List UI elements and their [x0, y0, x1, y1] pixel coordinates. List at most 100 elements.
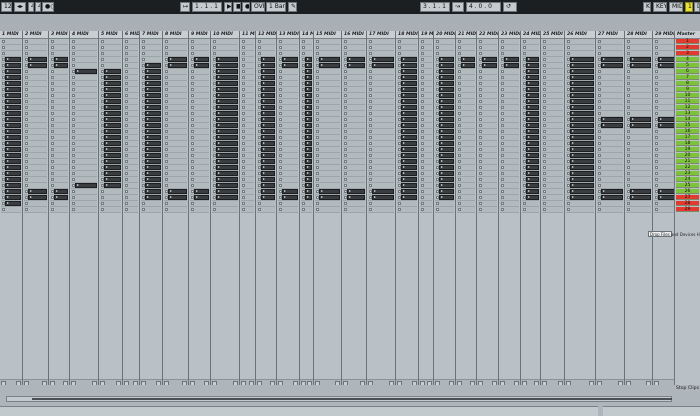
clip-slot[interactable]	[654, 207, 674, 213]
clip-slot[interactable]	[241, 207, 254, 213]
midi-clip[interactable]	[5, 99, 21, 104]
midi-clip[interactable]	[145, 81, 161, 86]
midi-clip[interactable]	[5, 117, 21, 122]
midi-clip[interactable]	[5, 165, 21, 170]
scene-launch-button[interactable]: 1	[676, 39, 699, 44]
loop-toggle[interactable]: ↺	[503, 2, 517, 12]
midi-clip[interactable]	[439, 171, 454, 176]
clip-slot[interactable]	[190, 207, 209, 213]
clip-slot[interactable]	[164, 207, 187, 213]
midi-clip[interactable]	[216, 195, 238, 200]
midi-clip[interactable]	[570, 129, 594, 134]
midi-clip[interactable]	[28, 63, 47, 68]
midi-clip[interactable]	[5, 87, 21, 92]
time-signature-denominator[interactable]: 4	[35, 2, 41, 12]
midi-clip[interactable]	[439, 177, 454, 182]
midi-clip[interactable]	[145, 147, 161, 152]
midi-clip[interactable]	[439, 135, 454, 140]
midi-clip[interactable]	[104, 177, 121, 182]
midi-clip[interactable]	[5, 177, 21, 182]
midi-clip[interactable]	[526, 57, 539, 62]
track-title[interactable]: 17 MIDI	[367, 31, 395, 39]
midi-clip[interactable]	[401, 177, 417, 182]
midi-clip[interactable]	[401, 69, 417, 74]
midi-clip[interactable]	[145, 63, 161, 68]
midi-clip[interactable]	[104, 81, 121, 86]
midi-clip[interactable]	[145, 75, 161, 80]
midi-clip[interactable]	[570, 87, 594, 92]
midi-clip[interactable]	[104, 87, 121, 92]
midi-clip[interactable]	[630, 123, 651, 128]
scene-launch-button[interactable]: 28	[676, 201, 699, 206]
midi-clip[interactable]	[439, 189, 454, 194]
midi-clip[interactable]	[5, 195, 21, 200]
midi-clip[interactable]	[401, 135, 417, 140]
midi-clip[interactable]	[439, 123, 454, 128]
clip-slot[interactable]	[397, 207, 417, 213]
midi-clip[interactable]	[5, 81, 21, 86]
midi-clip[interactable]	[305, 147, 312, 152]
midi-clip[interactable]	[216, 99, 238, 104]
track-title[interactable]: 25 MIDI	[541, 31, 564, 39]
midi-clip[interactable]	[658, 117, 674, 122]
track-title[interactable]: 15 MIDI	[314, 31, 341, 39]
midi-clip[interactable]	[216, 123, 238, 128]
midi-clip[interactable]	[482, 57, 497, 62]
midi-clip[interactable]	[347, 189, 365, 194]
midi-clip[interactable]	[261, 159, 275, 164]
clip-slot[interactable]	[478, 207, 497, 213]
midi-clip[interactable]	[305, 177, 312, 182]
track-title[interactable]: 3 MIDI	[49, 31, 69, 39]
midi-clip[interactable]	[261, 177, 275, 182]
midi-clip[interactable]	[216, 177, 238, 182]
clip-slot[interactable]	[212, 207, 238, 213]
midi-clip[interactable]	[372, 189, 394, 194]
punch-button[interactable]: ↝	[452, 2, 464, 12]
midi-clip[interactable]	[658, 123, 674, 128]
midi-clip[interactable]	[305, 93, 312, 98]
midi-clip[interactable]	[145, 159, 161, 164]
midi-clip[interactable]	[5, 105, 21, 110]
midi-clip[interactable]	[5, 159, 21, 164]
midi-clip[interactable]	[145, 183, 161, 188]
midi-clip[interactable]	[526, 177, 539, 182]
midi-clip[interactable]	[216, 63, 238, 68]
midi-clip[interactable]	[5, 57, 21, 62]
midi-clip[interactable]	[401, 171, 417, 176]
midi-clip[interactable]	[261, 57, 275, 62]
midi-clip[interactable]	[570, 153, 594, 158]
midi-clip[interactable]	[504, 57, 519, 62]
midi-clip[interactable]	[5, 129, 21, 134]
midi-clip[interactable]	[347, 63, 365, 68]
midi-clip[interactable]	[439, 81, 454, 86]
clip-slot[interactable]	[141, 207, 161, 213]
midi-clip[interactable]	[5, 69, 21, 74]
midi-clip[interactable]	[658, 63, 674, 68]
midi-clip[interactable]	[216, 141, 238, 146]
midi-clip[interactable]	[526, 135, 539, 140]
tempo-display[interactable]: 120.00	[1, 2, 12, 12]
midi-clip[interactable]	[305, 75, 312, 80]
midi-clip[interactable]	[658, 195, 674, 200]
midi-clip[interactable]	[570, 57, 594, 62]
midi-clip[interactable]	[261, 93, 275, 98]
clip-slot[interactable]	[50, 207, 68, 213]
computer-keyboard-button[interactable]: KEY	[653, 2, 667, 12]
midi-clip[interactable]	[104, 153, 121, 158]
midi-clip[interactable]	[305, 57, 312, 62]
midi-clip[interactable]	[145, 153, 161, 158]
midi-clip[interactable]	[261, 105, 275, 110]
midi-clip[interactable]	[372, 63, 394, 68]
midi-clip[interactable]	[570, 123, 594, 128]
midi-clip[interactable]	[5, 183, 21, 188]
midi-clip[interactable]	[401, 183, 417, 188]
loop-start[interactable]: 3 . 1 . 1	[420, 2, 450, 12]
midi-clip[interactable]	[305, 135, 312, 140]
midi-clip[interactable]	[261, 75, 275, 80]
scene-launch-button[interactable]: 7	[676, 75, 699, 80]
track-title[interactable]: 29 MIDI	[653, 31, 674, 39]
midi-clip[interactable]	[305, 129, 312, 134]
midi-clip[interactable]	[601, 63, 623, 68]
midi-clip[interactable]	[401, 153, 417, 158]
overdub-button[interactable]: OVR	[251, 2, 265, 12]
